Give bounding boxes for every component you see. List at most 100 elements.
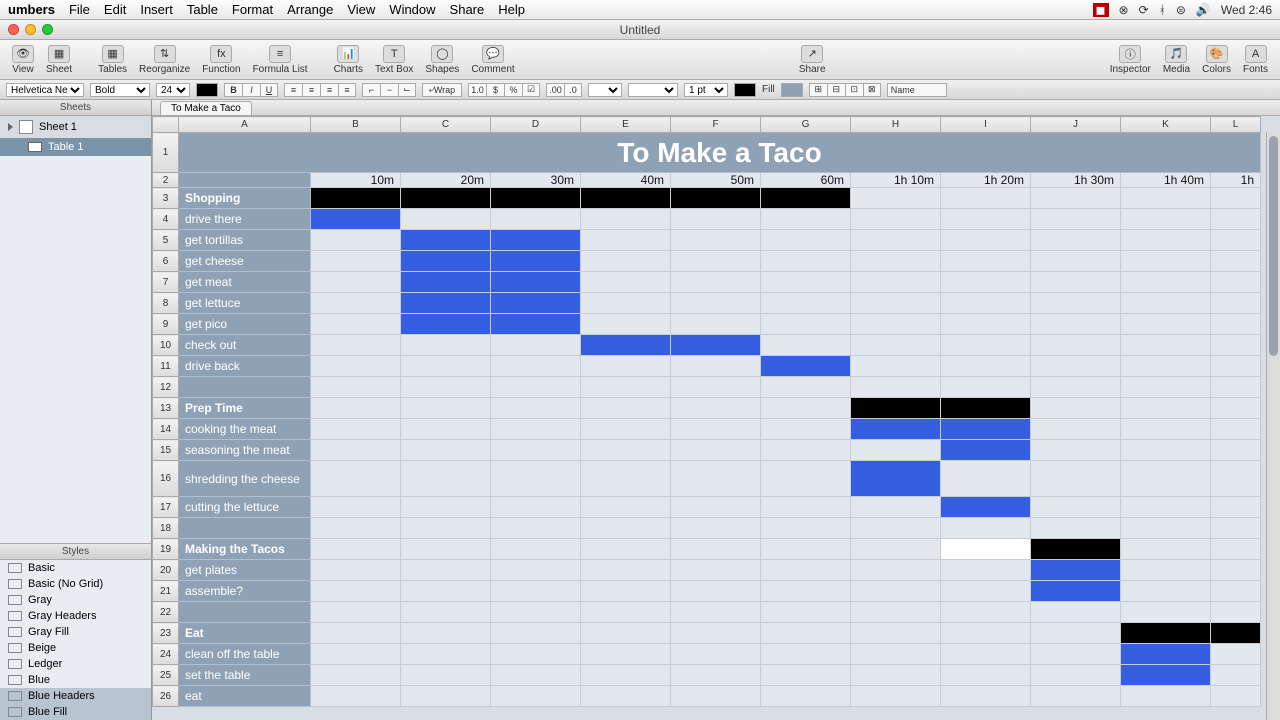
row-header[interactable]: 24 xyxy=(153,644,179,665)
cell[interactable] xyxy=(491,356,581,377)
cell[interactable] xyxy=(1031,686,1121,707)
task-label-cell[interactable]: Eat xyxy=(179,623,311,644)
row-header[interactable]: 5 xyxy=(153,230,179,251)
cell[interactable] xyxy=(581,314,671,335)
cell[interactable] xyxy=(761,581,851,602)
cell[interactable] xyxy=(1121,440,1211,461)
cell[interactable] xyxy=(491,497,581,518)
table-item[interactable]: Table 1 xyxy=(0,138,151,156)
font-weight-select[interactable]: Bold xyxy=(90,83,150,97)
cell[interactable] xyxy=(1211,581,1261,602)
col-header[interactable]: B xyxy=(311,117,401,133)
row-header[interactable]: 17 xyxy=(153,497,179,518)
task-label-cell[interactable] xyxy=(179,602,311,623)
cell[interactable] xyxy=(671,293,761,314)
cell[interactable] xyxy=(851,497,941,518)
cell[interactable] xyxy=(491,188,581,209)
cell[interactable] xyxy=(851,293,941,314)
wrap-button[interactable]: ⤶ Wrap xyxy=(422,83,462,97)
style-blue-fill[interactable]: Blue Fill xyxy=(0,704,151,720)
task-label-cell[interactable]: drive back xyxy=(179,356,311,377)
time-header[interactable]: 1h 30m xyxy=(1031,173,1121,188)
cell[interactable] xyxy=(491,440,581,461)
cell[interactable] xyxy=(671,440,761,461)
cell[interactable] xyxy=(401,686,491,707)
cell[interactable] xyxy=(1121,209,1211,230)
cell[interactable] xyxy=(671,665,761,686)
cell[interactable] xyxy=(1211,293,1261,314)
cell[interactable] xyxy=(851,314,941,335)
cell[interactable] xyxy=(671,518,761,539)
cell[interactable] xyxy=(401,335,491,356)
cell[interactable] xyxy=(581,602,671,623)
cell[interactable] xyxy=(1211,440,1261,461)
cell[interactable] xyxy=(491,665,581,686)
col-header[interactable]: D xyxy=(491,117,581,133)
cell[interactable] xyxy=(851,461,941,497)
task-label-cell[interactable]: assemble? xyxy=(179,581,311,602)
time-header[interactable]: 10m xyxy=(311,173,401,188)
clock[interactable]: Wed 2:46 xyxy=(1221,3,1272,17)
cell[interactable] xyxy=(581,686,671,707)
cell[interactable] xyxy=(941,602,1031,623)
menu-window[interactable]: Window xyxy=(389,2,435,17)
cell[interactable] xyxy=(941,377,1031,398)
cell[interactable] xyxy=(761,230,851,251)
cell[interactable] xyxy=(401,251,491,272)
cell[interactable] xyxy=(1031,230,1121,251)
cell[interactable] xyxy=(1121,419,1211,440)
cell[interactable] xyxy=(761,602,851,623)
cell[interactable] xyxy=(1121,560,1211,581)
cell[interactable] xyxy=(311,251,401,272)
task-label-cell[interactable]: get meat xyxy=(179,272,311,293)
cell[interactable] xyxy=(1121,188,1211,209)
cell[interactable] xyxy=(1211,251,1261,272)
cell[interactable] xyxy=(311,188,401,209)
cell[interactable] xyxy=(1211,497,1261,518)
cell[interactable] xyxy=(851,251,941,272)
col-header[interactable]: A xyxy=(179,117,311,133)
cell[interactable] xyxy=(941,293,1031,314)
cell[interactable] xyxy=(1031,518,1121,539)
col-header[interactable]: J xyxy=(1031,117,1121,133)
cell[interactable] xyxy=(1121,461,1211,497)
cell[interactable] xyxy=(311,581,401,602)
style-basic-no-grid-[interactable]: Basic (No Grid) xyxy=(0,576,151,592)
task-label-cell[interactable] xyxy=(179,377,311,398)
row-header[interactable]: 15 xyxy=(153,440,179,461)
row-header[interactable]: 21 xyxy=(153,581,179,602)
style-ledger[interactable]: Ledger xyxy=(0,656,151,672)
cell[interactable] xyxy=(851,188,941,209)
cell[interactable] xyxy=(1211,461,1261,497)
cell[interactable] xyxy=(491,623,581,644)
menu-share[interactable]: Share xyxy=(450,2,485,17)
toolbar-colors[interactable]: 🎨Colors xyxy=(1202,45,1231,75)
cell[interactable] xyxy=(1211,356,1261,377)
cell[interactable] xyxy=(401,602,491,623)
cell[interactable] xyxy=(1121,665,1211,686)
cell[interactable] xyxy=(941,314,1031,335)
cell[interactable] xyxy=(941,272,1031,293)
cell[interactable] xyxy=(671,539,761,560)
task-label-cell[interactable]: Shopping xyxy=(179,188,311,209)
task-label-cell[interactable]: get tortillas xyxy=(179,230,311,251)
time-header[interactable]: 1h 40m xyxy=(1121,173,1211,188)
cell[interactable] xyxy=(1031,665,1121,686)
cell[interactable] xyxy=(851,335,941,356)
toolbar-formula-list[interactable]: ≡Formula List xyxy=(253,45,308,75)
cell[interactable] xyxy=(941,440,1031,461)
toolbar-function[interactable]: fxFunction xyxy=(202,45,240,75)
cell[interactable] xyxy=(851,209,941,230)
time-header[interactable]: 1h 20m xyxy=(941,173,1031,188)
cell[interactable] xyxy=(581,581,671,602)
row-header[interactable]: 2 xyxy=(153,173,179,188)
cell[interactable] xyxy=(1211,272,1261,293)
name-field[interactable]: Name xyxy=(887,83,947,97)
cell[interactable] xyxy=(761,461,851,497)
cell[interactable] xyxy=(1031,377,1121,398)
cell[interactable] xyxy=(761,251,851,272)
cell[interactable] xyxy=(491,419,581,440)
cell[interactable] xyxy=(401,377,491,398)
cell[interactable] xyxy=(1211,644,1261,665)
menu-format[interactable]: Format xyxy=(232,2,273,17)
